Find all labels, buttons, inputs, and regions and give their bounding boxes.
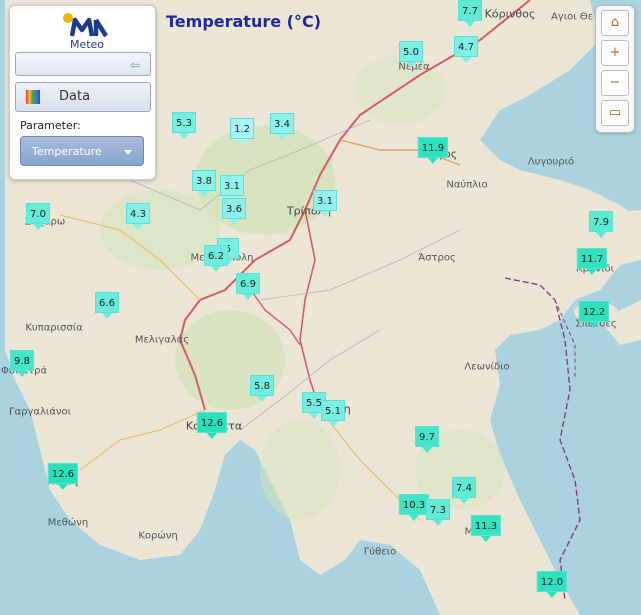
station-marker[interactable]: 6.6	[95, 292, 119, 319]
town-label: Λεωνίδιο	[464, 361, 510, 373]
station-value: 12.0	[536, 571, 568, 592]
station-value: 11.3	[470, 515, 502, 536]
station-marker[interactable]: 6.9	[236, 273, 260, 300]
town-label: Μεθώνη	[47, 517, 89, 529]
zoom-out-icon: −	[609, 75, 621, 90]
station-marker[interactable]: 11.7	[576, 248, 608, 275]
zoom-extent-button[interactable]: ▭	[601, 100, 629, 126]
control-panel: Meteo ⇦ Data Parameter: Temperature	[9, 5, 156, 180]
station-value: 11.9	[417, 137, 449, 158]
meteo-logo-mark	[63, 13, 108, 38]
town-label: Γαργαλιάνοι	[8, 406, 72, 418]
station-value: 9.8	[10, 350, 34, 371]
station-value: 6.9	[236, 273, 260, 294]
station-value: 7.7	[458, 0, 482, 21]
station-value: 7.9	[589, 211, 613, 232]
station-value: 1.2	[230, 118, 254, 139]
station-marker[interactable]: 6.2	[204, 245, 228, 272]
station-value: 12.2	[578, 301, 610, 322]
station-marker[interactable]: 5.0	[399, 41, 423, 68]
parameter-select-value: Temperature	[32, 145, 102, 158]
zoom-out-button[interactable]: −	[601, 70, 629, 96]
back-arrow-icon[interactable]: ⇦	[130, 58, 140, 72]
station-value: 4.7	[454, 36, 478, 57]
station-value: 7.3	[426, 499, 450, 520]
station-marker[interactable]: 5.3	[172, 112, 196, 139]
station-marker[interactable]: 10.3	[398, 494, 430, 521]
station-marker[interactable]: 11.3	[470, 515, 502, 542]
station-value: 7.4	[452, 477, 476, 498]
station-marker[interactable]: 12.2	[578, 301, 610, 328]
station-marker[interactable]: 3.4	[270, 113, 294, 140]
station-value: 6.6	[95, 292, 119, 313]
palette-icon	[26, 90, 40, 104]
station-marker[interactable]: 4.3	[126, 203, 150, 230]
logo-text: Meteo	[69, 38, 105, 51]
station-marker[interactable]: 9.7	[415, 426, 439, 453]
station-value: 9.7	[415, 426, 439, 447]
station-value: 4.3	[126, 203, 150, 224]
station-value: 10.3	[398, 494, 430, 515]
station-value: 5.3	[172, 112, 196, 133]
station-marker[interactable]: 7.0	[26, 203, 50, 230]
station-value: 3.1	[313, 190, 337, 211]
station-marker[interactable]: 3.1	[313, 190, 337, 217]
map-toolbar: ⌂ + − ▭	[595, 5, 635, 133]
station-marker[interactable]: 7.4	[452, 477, 476, 504]
station-value: 3.6	[222, 198, 246, 219]
station-marker[interactable]: 1.2	[230, 118, 254, 145]
station-marker[interactable]: 3.6	[222, 198, 246, 225]
station-marker[interactable]: 3.8	[192, 170, 216, 197]
station-value: 12.6	[196, 412, 228, 433]
station-marker[interactable]: 11.9	[417, 137, 449, 164]
data-button[interactable]: Data	[15, 82, 151, 112]
station-marker[interactable]: 4.7	[454, 36, 478, 63]
town-label: Κορώνη	[138, 530, 178, 542]
station-value: 6.2	[204, 245, 228, 266]
meteo-logo: Meteo	[62, 12, 112, 51]
station-value: 7.0	[26, 203, 50, 224]
station-marker[interactable]: 7.3	[426, 499, 450, 526]
home-icon: ⌂	[610, 15, 620, 30]
data-button-label: Data	[59, 89, 91, 104]
station-marker[interactable]: 12.6	[47, 463, 79, 490]
town-label: Κυπαρισσία	[25, 322, 83, 334]
station-marker[interactable]: 5.8	[250, 375, 274, 402]
town-label: Άστρος	[418, 252, 456, 264]
parameter-select[interactable]: Temperature	[20, 136, 144, 166]
town-label: Γύθειο	[363, 546, 397, 558]
station-marker[interactable]: 12.6	[196, 412, 228, 439]
station-value: 5.0	[399, 41, 423, 62]
station-value: 3.8	[192, 170, 216, 191]
home-button[interactable]: ⌂	[601, 10, 629, 36]
chevron-down-icon	[124, 150, 132, 155]
station-value: 11.7	[576, 248, 608, 269]
zoom-in-icon: +	[609, 45, 621, 60]
map-title: Temperature (°C)	[166, 12, 322, 31]
collapse-bar[interactable]: ⇦	[15, 52, 151, 76]
zoom-in-button[interactable]: +	[601, 40, 629, 66]
station-marker[interactable]: 12.0	[536, 571, 568, 598]
station-marker[interactable]: 5.1	[321, 400, 345, 427]
station-value: 12.6	[47, 463, 79, 484]
parameter-label: Parameter:	[20, 119, 81, 132]
town-label: Κόρινθος	[484, 7, 536, 21]
station-marker[interactable]: 7.7	[458, 0, 482, 27]
town-label: Μελιγαλάς	[134, 334, 190, 346]
station-value: 5.8	[250, 375, 274, 396]
station-marker[interactable]: 7.9	[589, 211, 613, 238]
station-marker[interactable]: 9.8	[10, 350, 34, 377]
zoom-extent-icon: ▭	[608, 105, 622, 120]
station-value: 3.1	[220, 175, 244, 196]
town-label: Αγιοι Θε	[550, 11, 594, 23]
town-label: Ναύπλιο	[446, 179, 488, 191]
town-label: Λυγουριό	[527, 156, 575, 168]
station-value: 3.4	[270, 113, 294, 134]
station-value: 5.1	[321, 400, 345, 421]
